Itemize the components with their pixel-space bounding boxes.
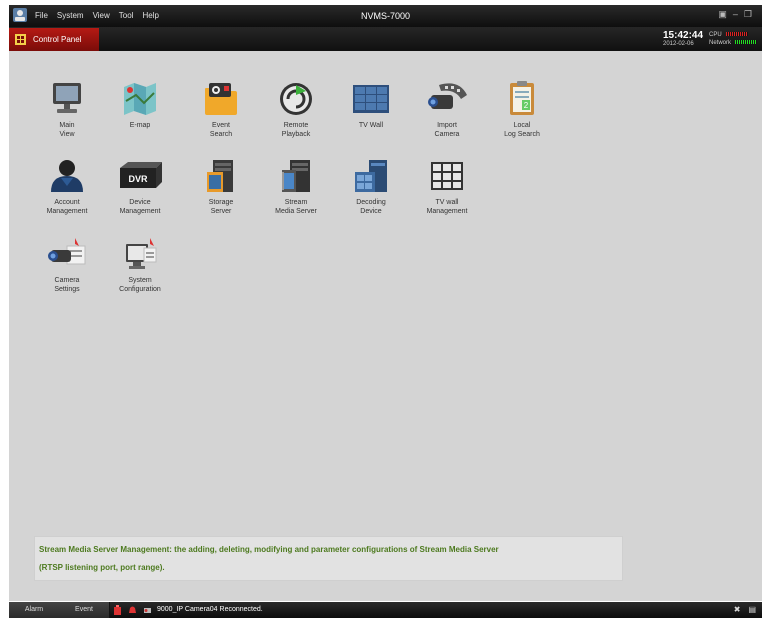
tile-label: Local Log Search xyxy=(504,122,540,138)
tile-main-view[interactable]: Main View xyxy=(35,81,99,139)
panel-toggle-icon[interactable]: ▤ xyxy=(748,605,756,614)
tile-event-search[interactable]: Event Search xyxy=(189,81,253,139)
camera-status-icon xyxy=(144,608,151,613)
tile-stream-media-server[interactable]: Stream Media Server xyxy=(264,158,328,216)
description-line-2: (RTSP listening port, port range). xyxy=(39,563,165,572)
cpu-label: CPU xyxy=(709,32,722,38)
user-icon xyxy=(51,160,83,192)
clock: 15:42:44 2012-02-06 xyxy=(663,31,703,48)
storage-server-icon xyxy=(207,160,233,192)
network-label: Network xyxy=(709,40,732,46)
control-panel-icon xyxy=(15,34,26,45)
network-meter xyxy=(735,40,758,45)
tile-storage-server[interactable]: Storage Server xyxy=(189,158,253,216)
status-message: 9000_IP Camera04 Reconnected. xyxy=(157,606,263,613)
tile-label: Decoding Device xyxy=(356,199,386,215)
tile-label: Remote Playback xyxy=(281,122,311,138)
title-bar: File System View Tool Help NVMS-7000 ▣ –… xyxy=(9,5,762,27)
alarm-tab[interactable]: Alarm xyxy=(9,602,60,618)
tile-import-camera[interactable]: Import Camera xyxy=(415,81,479,139)
tile-label: Event Search xyxy=(209,122,233,138)
tile-e-map[interactable]: E-map xyxy=(108,81,172,130)
tile-system-configuration[interactable]: System Configuration xyxy=(108,236,172,294)
tile-label: E-map xyxy=(129,122,151,129)
app-window: File System View Tool Help NVMS-7000 ▣ –… xyxy=(0,0,762,618)
control-panel-content: Main View E-map Event Search Remote Play… xyxy=(9,51,762,601)
clock-time: 15:42:44 xyxy=(663,30,704,41)
tile-camera-settings[interactable]: Camera Settings xyxy=(35,236,99,294)
tile-label: Camera Settings xyxy=(54,277,80,293)
tile-decoding-device[interactable]: Decoding Device xyxy=(339,158,403,216)
tile-label: Import Camera xyxy=(434,122,460,138)
tile-label: Storage Server xyxy=(208,199,234,215)
lock-icon[interactable]: ▣ xyxy=(718,9,727,20)
window-title: NVMS-7000 xyxy=(360,11,411,21)
minimize-icon[interactable]: – xyxy=(733,9,738,20)
media-server-icon xyxy=(282,160,310,192)
tile-label: TV Wall xyxy=(358,122,384,129)
tile-label: Main View xyxy=(59,122,75,138)
clipboard-icon: 2 xyxy=(510,81,534,115)
tile-remote-playback[interactable]: Remote Playback xyxy=(264,81,328,139)
restore-icon[interactable]: ❐ xyxy=(744,9,752,20)
tv-wall-icon xyxy=(353,85,389,113)
grid-icon xyxy=(431,162,463,190)
dvr-icon: DVR xyxy=(120,162,162,188)
tile-label: System Configuration xyxy=(119,277,161,293)
tab-label: Control Panel xyxy=(33,35,82,44)
resource-meters: CPU Network xyxy=(709,31,758,47)
tab-control-panel[interactable]: Control Panel xyxy=(9,28,99,51)
decoder-icon xyxy=(355,160,387,192)
playback-icon xyxy=(280,83,312,115)
tile-label: Account Management xyxy=(46,199,88,215)
svg-text:DVR: DVR xyxy=(128,174,148,184)
cpu-meter xyxy=(725,32,748,37)
clock-date: 2012-02-06 xyxy=(663,41,694,47)
tile-tv-wall[interactable]: TV Wall xyxy=(339,81,403,130)
tile-label: Stream Media Server xyxy=(275,199,317,215)
tab-bar: Control Panel 15:42:44 2012-02-06 CPU Ne… xyxy=(9,27,762,51)
description-box: Stream Media Server Management: the addi… xyxy=(34,536,623,581)
map-icon xyxy=(124,83,156,115)
event-folder-icon xyxy=(205,83,237,115)
camera-film-icon xyxy=(428,83,467,109)
alarm-siren-icon[interactable] xyxy=(113,605,122,615)
alarm-bell-icon[interactable] xyxy=(128,605,137,615)
description-line-1: Stream Media Server Management: the addi… xyxy=(39,545,499,554)
tile-account-management[interactable]: Account Management xyxy=(35,158,99,216)
pin-icon[interactable]: ✖ xyxy=(734,605,741,614)
tile-label: Device Management xyxy=(119,199,161,215)
tile-tv-wall-management[interactable]: TV wall Management xyxy=(415,158,479,216)
svg-text:2: 2 xyxy=(524,101,529,110)
monitor-icon xyxy=(53,83,81,113)
tile-local-log-search[interactable]: 2 Local Log Search xyxy=(490,81,554,139)
system-config-icon xyxy=(126,238,157,269)
tile-label: TV wall Management xyxy=(426,199,468,215)
camera-settings-icon xyxy=(48,238,86,265)
status-bar: Alarm Event 9000_IP Camera04 Reconnected… xyxy=(9,602,762,618)
tile-device-management[interactable]: DVR Device Management xyxy=(108,158,172,216)
event-tab[interactable]: Event xyxy=(59,602,110,618)
